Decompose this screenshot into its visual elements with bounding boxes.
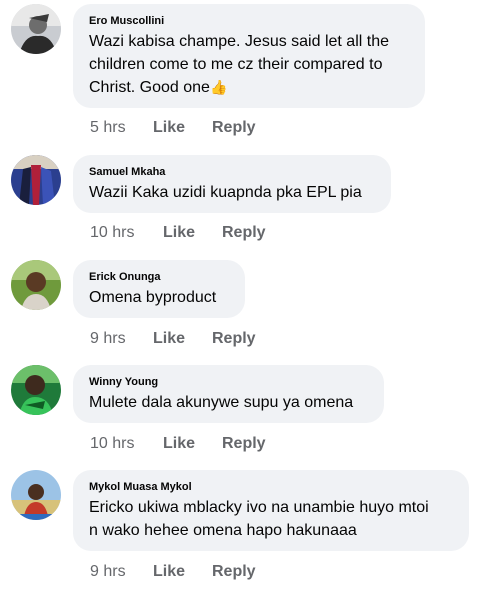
comment-line: Christ. Good one👍 bbox=[89, 76, 409, 99]
comment-line: Mulete dala akunywe supu ya omena bbox=[89, 394, 354, 411]
thumbs-up-icon: 👍 bbox=[209, 79, 228, 95]
reply-button[interactable]: Reply bbox=[212, 118, 256, 138]
comment-author[interactable]: Erick Onunga bbox=[89, 269, 229, 285]
avatar[interactable] bbox=[11, 365, 61, 415]
comment-bubble: Winny Young Mulete dala akunywe supu ya … bbox=[73, 365, 384, 423]
comment-text: Wazii Kaka uzidi kuapnda pka EPL pia bbox=[89, 181, 375, 204]
comment-line: Omena byproduct bbox=[89, 289, 217, 306]
timestamp[interactable]: 10 hrs bbox=[90, 434, 134, 454]
like-button[interactable]: Like bbox=[153, 562, 185, 582]
comment-bubble: Ero Muscollini Wazi kabisa champe. Jesus… bbox=[73, 4, 425, 108]
comment-bubble: Mykol Muasa Mykol Ericko ukiwa mblacky i… bbox=[73, 470, 469, 551]
avatar[interactable] bbox=[11, 260, 61, 310]
comment-line: Wazi kabisa champe. Jesus said let all t… bbox=[89, 33, 389, 50]
comment-bubble: Erick Onunga Omena byproduct bbox=[73, 260, 245, 318]
avatar[interactable] bbox=[11, 4, 61, 54]
timestamp[interactable]: 5 hrs bbox=[90, 118, 126, 138]
like-button[interactable]: Like bbox=[163, 223, 195, 243]
comment-text: Wazi kabisa champe. Jesus said let all t… bbox=[89, 30, 409, 99]
timestamp[interactable]: 10 hrs bbox=[90, 223, 134, 243]
reply-button[interactable]: Reply bbox=[212, 329, 256, 349]
comment-author[interactable]: Samuel Mkaha bbox=[89, 164, 375, 180]
comment-author[interactable]: Winny Young bbox=[89, 374, 368, 390]
reply-button[interactable]: Reply bbox=[212, 562, 256, 582]
comment-line: n wako hehee omena hapo hakunaaa bbox=[89, 522, 357, 539]
comment-line: children come to me cz their compared to bbox=[89, 56, 383, 73]
timestamp[interactable]: 9 hrs bbox=[90, 329, 126, 349]
comment-text: Mulete dala akunywe supu ya omena bbox=[89, 391, 368, 414]
reply-button[interactable]: Reply bbox=[222, 223, 266, 243]
comment-bubble: Samuel Mkaha Wazii Kaka uzidi kuapnda pk… bbox=[73, 155, 391, 213]
avatar[interactable] bbox=[11, 470, 61, 520]
comment-line-text: Christ. Good one bbox=[89, 79, 210, 96]
like-button[interactable]: Like bbox=[153, 329, 185, 349]
comment-line: Wazii Kaka uzidi kuapnda pka EPL pia bbox=[89, 184, 362, 201]
comment-line: Ericko ukiwa mblacky ivo na unambie huyo… bbox=[89, 499, 429, 516]
comment-author[interactable]: Mykol Muasa Mykol bbox=[89, 479, 453, 495]
avatar[interactable] bbox=[11, 155, 61, 205]
like-button[interactable]: Like bbox=[153, 118, 185, 138]
comment-text: Ericko ukiwa mblacky ivo na unambie huyo… bbox=[89, 496, 453, 542]
like-button[interactable]: Like bbox=[163, 434, 195, 454]
reply-button[interactable]: Reply bbox=[222, 434, 266, 454]
timestamp[interactable]: 9 hrs bbox=[90, 562, 126, 582]
comment-text: Omena byproduct bbox=[89, 286, 229, 309]
comment-author[interactable]: Ero Muscollini bbox=[89, 13, 409, 29]
